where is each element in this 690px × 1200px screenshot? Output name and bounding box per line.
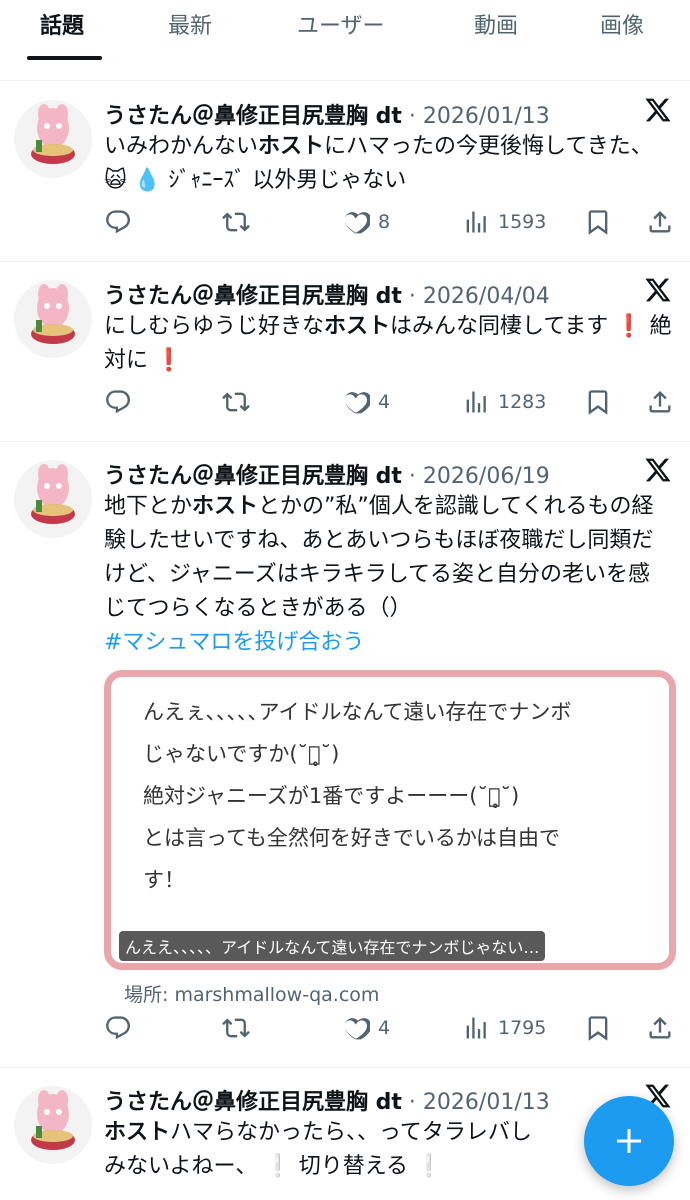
repost-button[interactable] xyxy=(222,208,250,236)
like-count: 4 xyxy=(378,1017,391,1039)
display-name[interactable]: うさたん＠鼻修正目尻豊胸 dt xyxy=(104,464,402,489)
tab-images[interactable]: 画像 xyxy=(600,8,644,40)
like-count: 8 xyxy=(378,211,391,233)
heart-icon xyxy=(344,1018,370,1040)
reply-icon xyxy=(106,210,131,234)
avatar[interactable] xyxy=(14,100,92,178)
reply-button[interactable] xyxy=(104,208,132,236)
bookmark-icon xyxy=(588,1016,608,1041)
compose-button[interactable] xyxy=(584,1096,674,1186)
display-name[interactable]: うさたん＠鼻修正目尻豊胸 dt xyxy=(104,104,402,129)
post[interactable]: うさたん＠鼻修正目尻豊胸 dt · 2026/01/13 いみわかんないホストに… xyxy=(0,82,690,262)
hashtag-link[interactable]: #マシュマロを投げ合おう xyxy=(104,630,364,655)
repost-icon xyxy=(222,392,250,412)
link-card[interactable]: んえぇ､､､､､アイドルなんて遠い存在でナンボ じゃないですか(˘･̥˘) 絶対… xyxy=(104,670,676,970)
repost-button[interactable] xyxy=(222,388,250,416)
repost-button[interactable] xyxy=(222,1014,250,1042)
post-text: にしむらゆうじ好きなホストはみんな同棲してます ❗️ 絶対に ❗️ xyxy=(104,314,672,373)
bookmark-icon xyxy=(588,390,608,415)
heart-icon xyxy=(344,212,370,234)
bookmark-button[interactable] xyxy=(584,208,612,236)
view-count: 1795 xyxy=(498,1017,547,1039)
avatar[interactable] xyxy=(14,460,92,538)
x-logo-icon xyxy=(645,98,671,122)
bookmark-button[interactable] xyxy=(584,1014,612,1042)
like-button[interactable]: 4 xyxy=(342,1014,390,1042)
x-logo-icon xyxy=(645,278,671,302)
post-header: うさたん＠鼻修正目尻豊胸 dt · 2026/06/19 xyxy=(104,464,550,489)
reply-icon xyxy=(106,390,131,414)
card-caption: んええ、、、、、アイドルなんて遠い存在でナンボじゃない… xyxy=(119,931,546,961)
post-text: いみわかんないホストにハマったの今更後悔してきた、 🙀 💧 ｼﾞｬﾆｰｽﾞ 以外… xyxy=(104,134,653,193)
post-header: うさたん＠鼻修正目尻豊胸 dt · 2026/04/04 xyxy=(104,284,550,309)
post-text: 地下とかホストとかの”私”個人を認識してくれるもの経験したせいですね、あとあいつ… xyxy=(104,494,654,655)
plus-icon xyxy=(617,1129,641,1153)
views-button[interactable]: 1593 xyxy=(462,208,546,236)
views-button[interactable]: 1795 xyxy=(462,1014,546,1042)
post-date[interactable]: 2026/01/13 xyxy=(423,1090,550,1115)
like-button[interactable]: 8 xyxy=(342,208,390,236)
heart-icon xyxy=(344,392,370,414)
repost-icon xyxy=(222,1018,250,1038)
display-name[interactable]: うさたん＠鼻修正目尻豊胸 dt xyxy=(104,284,402,309)
views-icon xyxy=(466,1017,486,1039)
link-source[interactable]: 場所: marshmallow-qa.com xyxy=(124,980,379,1007)
views-icon xyxy=(466,391,486,413)
tab-users[interactable]: ユーザー xyxy=(297,8,385,40)
post-header: うさたん＠鼻修正目尻豊胸 dt · 2026/01/13 xyxy=(104,1090,550,1115)
bookmark-icon xyxy=(588,210,608,235)
tab-trending[interactable]: 話題 xyxy=(40,8,84,40)
post[interactable]: うさたん＠鼻修正目尻豊胸 dt · 2026/06/19 地下とかホストとかの”… xyxy=(0,442,690,1068)
x-logo-icon xyxy=(645,458,671,482)
post-actions: 8 1593 xyxy=(104,208,674,242)
views-icon xyxy=(466,211,486,233)
share-icon xyxy=(649,1017,671,1039)
view-count: 1283 xyxy=(498,391,547,413)
like-count: 4 xyxy=(378,391,391,413)
divider xyxy=(0,80,690,81)
reply-button[interactable] xyxy=(104,1014,132,1042)
post-date[interactable]: 2026/01/13 xyxy=(423,104,550,129)
avatar[interactable] xyxy=(14,280,92,358)
like-button[interactable]: 4 xyxy=(342,388,390,416)
reply-button[interactable] xyxy=(104,388,132,416)
post-date[interactable]: 2026/06/19 xyxy=(423,464,550,489)
share-icon xyxy=(649,391,671,413)
bookmark-button[interactable] xyxy=(584,388,612,416)
tab-latest[interactable]: 最新 xyxy=(168,8,212,40)
share-button[interactable] xyxy=(646,208,674,236)
display-name[interactable]: うさたん＠鼻修正目尻豊胸 dt xyxy=(104,1090,402,1115)
view-count: 1593 xyxy=(498,211,547,233)
card-text: んえぇ､､､､､アイドルなんて遠い存在でナンボ じゃないですか(˘･̥˘) 絶対… xyxy=(143,700,572,892)
reply-icon xyxy=(106,1016,131,1040)
post[interactable]: うさたん＠鼻修正目尻豊胸 dt · 2026/04/04 にしむらゆうじ好きなホ… xyxy=(0,262,690,442)
post-date[interactable]: 2026/04/04 xyxy=(423,284,550,309)
post-actions: 4 1795 xyxy=(104,1014,674,1048)
post-actions: 4 1283 xyxy=(104,388,674,422)
share-icon xyxy=(649,211,671,233)
share-button[interactable] xyxy=(646,388,674,416)
active-tab-indicator xyxy=(27,56,102,60)
share-button[interactable] xyxy=(646,1014,674,1042)
post-header: うさたん＠鼻修正目尻豊胸 dt · 2026/01/13 xyxy=(104,104,550,129)
chevron-up-icon xyxy=(383,963,407,970)
post-text: ホストハマらなかったら、、ってタラレバし みないよねー、 ❕ 切り替える ❕ xyxy=(104,1120,532,1179)
views-button[interactable]: 1283 xyxy=(462,388,546,416)
repost-icon xyxy=(222,212,250,232)
tab-videos[interactable]: 動画 xyxy=(474,8,518,40)
avatar[interactable] xyxy=(14,1086,92,1164)
search-tabs: 話題 最新 ユーザー 動画 画像 xyxy=(0,0,690,62)
